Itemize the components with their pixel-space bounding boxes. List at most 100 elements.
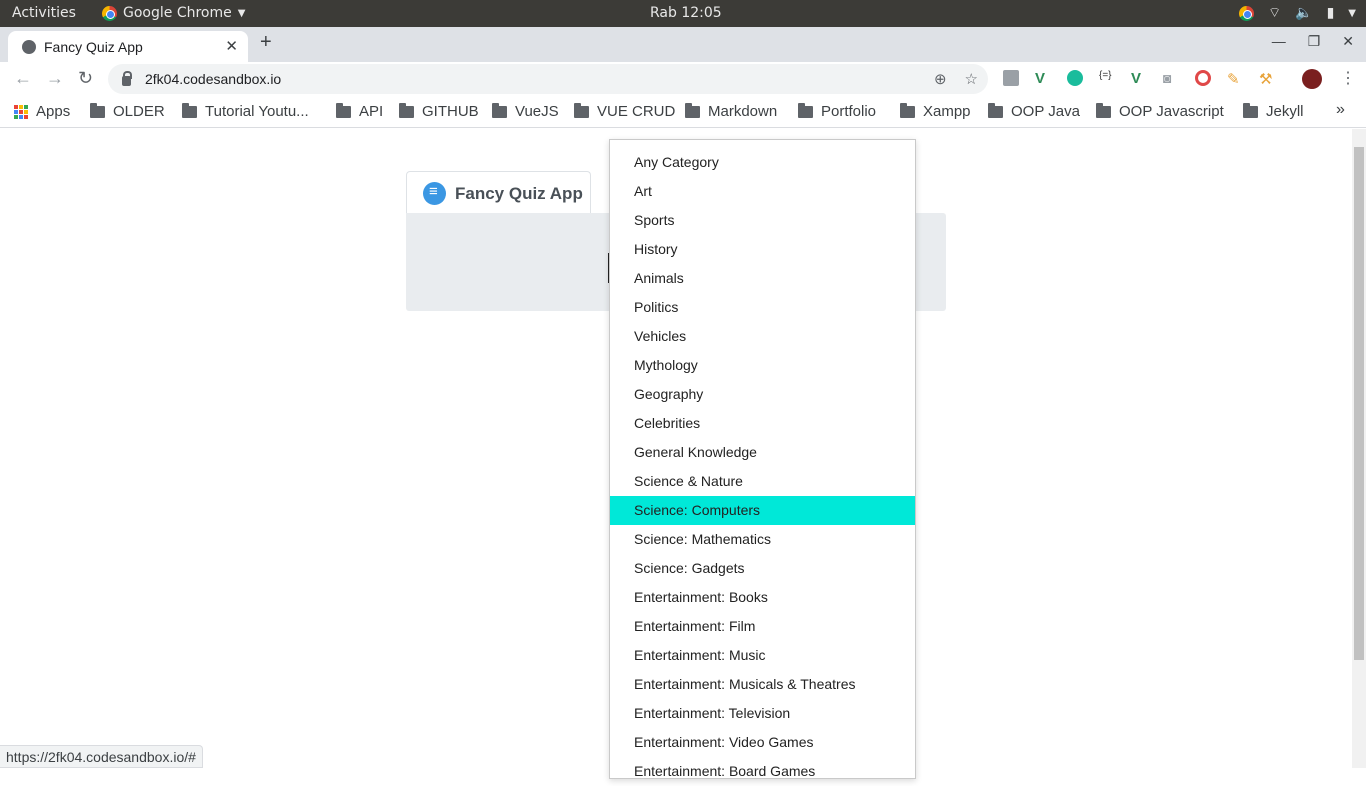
system-tray[interactable]: ⌔ 🔈 ▮ ▼ <box>1238 4 1356 22</box>
chrome-icon <box>102 5 117 21</box>
option-science-nature[interactable]: Science & Nature <box>610 467 915 496</box>
bookmark-oop-javascript[interactable]: OOP Javascript <box>1096 102 1224 120</box>
option-history[interactable]: History <box>610 235 915 264</box>
option-celebrities[interactable]: Celebrities <box>610 409 915 438</box>
address-bar[interactable]: 2fk04.codesandbox.io ⊕ ☆ <box>108 64 988 94</box>
wifi-icon: ⌔ <box>1267 5 1282 21</box>
folder-icon <box>988 102 1003 118</box>
quiz-app-tab[interactable]: Fancy Quiz App <box>406 171 591 215</box>
option-geography[interactable]: Geography <box>610 380 915 409</box>
bookmark-jekyll[interactable]: Jekyll <box>1243 102 1304 120</box>
folder-icon <box>1243 102 1258 118</box>
bookmark-label: VueJS <box>515 103 559 120</box>
more-bookmarks-icon[interactable]: » <box>1336 101 1345 119</box>
close-tab-icon[interactable]: ✕ <box>225 37 238 55</box>
option-entertainment-video-games[interactable]: Entertainment: Video Games <box>610 728 915 757</box>
bookmark-markdown[interactable]: Markdown <box>685 102 778 120</box>
option-entertainment-books[interactable]: Entertainment: Books <box>610 583 915 612</box>
bookmark-star-icon[interactable]: ☆ <box>965 70 978 88</box>
lock-icon <box>122 71 132 86</box>
option-mythology[interactable]: Mythology <box>610 351 915 380</box>
bookmark-apps[interactable]: Apps <box>14 103 70 120</box>
option-animals[interactable]: Animals <box>610 264 915 293</box>
option-entertainment-television[interactable]: Entertainment: Television <box>610 699 915 728</box>
bookmark-github[interactable]: GITHUB <box>399 102 479 120</box>
arrow-left-icon[interactable]: ← <box>14 68 32 89</box>
vue-icon[interactable]: V <box>1131 70 1147 87</box>
bookmark-oop-java[interactable]: OOP Java <box>988 102 1080 120</box>
bookmark-label: OLDER <box>113 103 165 120</box>
bookmark-label: Jekyll <box>1266 103 1304 120</box>
extension-icon[interactable] <box>1003 70 1019 86</box>
option-entertainment-board-games[interactable]: Entertainment: Board Games <box>610 757 915 786</box>
bookmark-label: Xampp <box>923 103 971 120</box>
app-name: Google Chrome <box>123 5 232 21</box>
folder-icon <box>900 102 915 118</box>
bookmark-vuejs[interactable]: VueJS <box>492 102 559 120</box>
option-science-gadgets[interactable]: Science: Gadgets <box>610 554 915 583</box>
folder-icon <box>798 102 813 118</box>
option-politics[interactable]: Politics <box>610 293 915 322</box>
hammer-icon[interactable]: ⚒ <box>1259 70 1275 88</box>
option-any-category[interactable]: Any Category <box>610 148 915 177</box>
reload-icon[interactable]: ↻ <box>78 68 93 89</box>
battery-icon: ▮ <box>1326 5 1335 21</box>
chrome-tray-icon <box>1238 5 1254 21</box>
bookmark-older[interactable]: OLDER <box>90 102 165 120</box>
tab-fancy-quiz-app[interactable]: Fancy Quiz App ✕ <box>8 31 248 62</box>
scrollbar-thumb[interactable] <box>1354 147 1364 660</box>
pencil-icon[interactable]: ✎ <box>1227 70 1243 88</box>
bookmark-api[interactable]: API <box>336 102 384 120</box>
option-art[interactable]: Art <box>610 177 915 206</box>
bookmark-portfolio[interactable]: Portfolio <box>798 102 876 120</box>
folder-icon <box>685 102 700 118</box>
option-general-knowledge[interactable]: General Knowledge <box>610 438 915 467</box>
folder-icon <box>574 102 589 118</box>
system-top-bar: Activities Google Chrome ▼ Rab 12:05 ⌔ 🔈… <box>0 0 1366 27</box>
bookmark-vue-crud[interactable]: VUE CRUD <box>574 102 675 120</box>
close-window-icon[interactable]: ✕ <box>1342 33 1354 50</box>
bookmarks-bar: Apps OLDER Tutorial Youtu... API GITHUB … <box>0 96 1366 128</box>
minimize-icon[interactable]: — <box>1272 33 1286 50</box>
vue-devtools-icon[interactable]: V <box>1035 70 1051 87</box>
option-entertainment-musicals-theatres[interactable]: Entertainment: Musicals & Theatres <box>610 670 915 699</box>
camera-icon[interactable]: ◙ <box>1163 70 1179 86</box>
option-science-computers[interactable]: Science: Computers <box>610 496 915 525</box>
bookmark-label: OOP Java <box>1011 103 1080 120</box>
page-scrollbar[interactable] <box>1352 129 1366 768</box>
restore-icon[interactable]: ❐ <box>1308 33 1321 50</box>
arrow-right-icon[interactable]: → <box>46 68 64 89</box>
avatar[interactable] <box>1302 69 1322 89</box>
bookmark-label: API <box>359 103 384 120</box>
tab-strip: Fancy Quiz App ✕ <box>0 27 1366 62</box>
quiz-logo-icon <box>423 182 446 205</box>
folder-icon <box>1096 102 1111 118</box>
extension-circle-icon[interactable] <box>1067 70 1083 86</box>
chevron-down-icon: ▼ <box>237 7 246 19</box>
add-icon[interactable]: ⊕ <box>934 70 947 88</box>
option-vehicles[interactable]: Vehicles <box>610 322 915 351</box>
kebab-menu-icon[interactable]: ⋮ <box>1340 68 1356 88</box>
bookmark-label: Markdown <box>708 103 778 120</box>
category-dropdown[interactable]: Any Category Art Sports History Animals … <box>609 139 916 779</box>
option-science-mathematics[interactable]: Science: Mathematics <box>610 525 915 554</box>
power-menu-icon: ▼ <box>1348 7 1356 19</box>
tab-title: Fancy Quiz App <box>44 38 143 55</box>
url-text: 2fk04.codesandbox.io <box>145 71 282 87</box>
bookmark-tutorial-youtube[interactable]: Tutorial Youtu... <box>182 102 309 120</box>
folder-icon <box>90 102 105 118</box>
json-viewer-icon[interactable]: {=} <box>1099 70 1115 86</box>
folder-icon <box>336 102 351 118</box>
bookmark-xampp[interactable]: Xampp <box>900 102 971 120</box>
option-entertainment-music[interactable]: Entertainment: Music <box>610 641 915 670</box>
window-controls: — ❐ ✕ <box>1272 33 1354 50</box>
bookmark-label: OOP Javascript <box>1119 103 1224 120</box>
new-tab-button[interactable]: + <box>260 31 272 54</box>
option-entertainment-film[interactable]: Entertainment: Film <box>610 612 915 641</box>
bookmark-label: Tutorial Youtu... <box>205 103 309 120</box>
app-menu[interactable]: Google Chrome ▼ <box>102 5 245 21</box>
activities-button[interactable]: Activities <box>12 5 76 21</box>
spiral-icon[interactable] <box>1195 70 1211 86</box>
option-sports[interactable]: Sports <box>610 206 915 235</box>
clock[interactable]: Rab 12:05 <box>650 5 722 21</box>
